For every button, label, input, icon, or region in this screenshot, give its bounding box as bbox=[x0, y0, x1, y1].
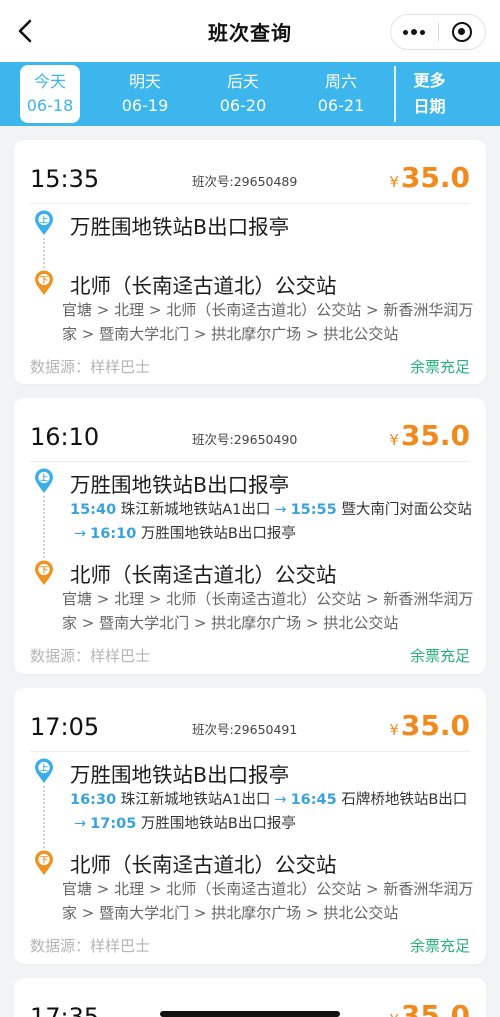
boarding-stop: 万胜围地铁站B出口报亭 bbox=[70, 473, 290, 497]
more-dates-button[interactable]: 更多 日期 bbox=[396, 65, 464, 123]
alighting-pin-icon: 下 bbox=[35, 270, 53, 295]
date-tab-label: 后天 bbox=[226, 72, 259, 91]
trip-number: 班次号:29650491 bbox=[192, 722, 298, 737]
boarding-pin-icon: 上 bbox=[35, 468, 53, 493]
alighting-stop: 北师（长南迳古道北）公交站 bbox=[70, 563, 337, 587]
ticket-status: 余票充足 bbox=[409, 647, 470, 665]
navigation-bar: 班次查询 bbox=[0, 0, 500, 62]
trip-card[interactable]: 16:10 班次号:29650490 ¥35.0 上 万胜围地铁站B出口报亭 1… bbox=[14, 398, 486, 674]
arrow-right-icon: → bbox=[274, 792, 287, 808]
transfer-info: 15:40 珠江新城地铁站A1出口 → 15:55 暨大南门对面公交站→ 16:10 … bbox=[70, 498, 480, 546]
transfer-stop: 石牌桥地铁站B出口 bbox=[341, 792, 468, 808]
transfer-info: 16:30 珠江新城地铁站A1出口 → 16:45 石牌桥地铁站B出口→ 17:05 … bbox=[70, 788, 480, 836]
date-tab-label: 明天 bbox=[128, 72, 161, 91]
data-source: 数据源：样样巴士 bbox=[30, 937, 151, 955]
header-divider bbox=[30, 203, 470, 204]
date-tab-date: 06-19 bbox=[121, 96, 169, 115]
transfer-time: 15:55 bbox=[290, 502, 337, 518]
departure-time: 15:35 bbox=[30, 165, 100, 193]
alighting-pin-label: 下 bbox=[40, 276, 48, 285]
currency-symbol: ¥ bbox=[389, 1011, 399, 1017]
boarding-pin-icon: 上 bbox=[35, 210, 53, 235]
alighting-stop: 北师（长南迳古道北）公交站 bbox=[70, 274, 337, 298]
route-connector bbox=[43, 786, 45, 848]
date-tab-date: 06-21 bbox=[317, 96, 365, 115]
price-value: 35.0 bbox=[400, 709, 470, 742]
transfer-stop: 珠江新城地铁站A1出口 bbox=[120, 502, 271, 518]
page-title: 班次查询 bbox=[208, 20, 292, 45]
trip-header: 17:05 班次号:29650491 ¥35.0 bbox=[30, 709, 470, 744]
departure-time: 16:10 bbox=[30, 423, 100, 451]
trip-header: 16:10 班次号:29650490 ¥35.0 bbox=[30, 419, 470, 454]
price-value: 35.0 bbox=[400, 161, 470, 194]
currency-symbol: ¥ bbox=[389, 721, 399, 739]
date-tab-label: 今天 bbox=[33, 72, 66, 91]
boarding-stop: 万胜围地铁站B出口报亭 bbox=[70, 215, 290, 239]
route-connector bbox=[43, 238, 45, 268]
date-tab-date: 06-18 bbox=[26, 96, 74, 115]
route-stops: 官塘 > 北理 > 北师（长南迳古道北）公交站 > 新香洲华润万家 > 暨南大学… bbox=[62, 301, 474, 343]
transfer-time: 15:40 bbox=[70, 502, 117, 518]
arrow-right-icon: → bbox=[74, 526, 87, 542]
trip-price: ¥35.0 bbox=[389, 998, 470, 1017]
trip-card[interactable]: 17:05 班次号:29650491 ¥35.0 上 万胜围地铁站B出口报亭 1… bbox=[14, 688, 486, 964]
alighting-pin-icon: 下 bbox=[35, 850, 53, 875]
trip-price: ¥35.0 bbox=[389, 708, 470, 748]
target-close-icon[interactable] bbox=[439, 15, 486, 49]
trip-number: 班次号:29650490 bbox=[192, 432, 298, 447]
more-dots-icon[interactable] bbox=[391, 15, 438, 49]
price-value: 35.0 bbox=[400, 419, 470, 452]
data-source: 数据源：样样巴士 bbox=[30, 358, 151, 376]
boarding-pin-label: 上 bbox=[40, 473, 48, 483]
ticket-status: 余票充足 bbox=[409, 358, 470, 376]
trip-card[interactable]: 15:35 班次号:29650489 ¥35.0 上 万胜围地铁站B出口报亭 下… bbox=[14, 140, 486, 384]
date-tab-label: 周六 bbox=[324, 72, 357, 91]
date-tab-date: 06-20 bbox=[219, 96, 267, 115]
transfer-stop: 暨大南门对面公交站 bbox=[341, 502, 472, 518]
trip-price: ¥35.0 bbox=[389, 160, 470, 200]
header-divider bbox=[30, 461, 470, 462]
alighting-stop: 北师（长南迳古道北）公交站 bbox=[70, 853, 337, 877]
transfer-time: 16:30 bbox=[70, 792, 117, 808]
trip-header: 15:35 班次号:29650489 ¥35.0 bbox=[30, 161, 470, 196]
header-divider bbox=[30, 751, 470, 752]
more-dates-line2: 日期 bbox=[413, 97, 446, 116]
route-stops: 官塘 > 北理 > 北师（长南迳古道北）公交站 > 新香洲华润万家 > 暨南大学… bbox=[62, 590, 474, 632]
date-tab-today[interactable]: 今天 06-18 bbox=[20, 65, 80, 123]
transfer-time: 17:05 bbox=[90, 816, 137, 832]
trip-price: ¥35.0 bbox=[389, 418, 470, 458]
transfer-time: 16:45 bbox=[290, 792, 337, 808]
ticket-status: 余票充足 bbox=[409, 937, 470, 955]
currency-symbol: ¥ bbox=[389, 173, 399, 191]
alighting-pin-label: 下 bbox=[40, 566, 48, 575]
departure-time: 17:35 bbox=[30, 1003, 100, 1017]
price-value: 35.0 bbox=[400, 999, 470, 1017]
transfer-stop: 珠江新城地铁站A1出口 bbox=[120, 792, 271, 808]
boarding-pin-icon: 上 bbox=[35, 758, 53, 783]
currency-symbol: ¥ bbox=[389, 431, 399, 449]
departure-time: 17:05 bbox=[30, 713, 100, 741]
mini-program-capsule bbox=[390, 14, 486, 50]
transfer-time: 16:10 bbox=[90, 526, 137, 542]
boarding-pin-label: 上 bbox=[40, 215, 48, 225]
date-tab-day-after[interactable]: 后天 06-20 bbox=[194, 65, 292, 123]
arrow-right-icon: → bbox=[74, 816, 87, 832]
date-tab-saturday[interactable]: 周六 06-21 bbox=[292, 65, 390, 123]
alighting-pin-icon: 下 bbox=[35, 560, 53, 585]
route-stops: 官塘 > 北理 > 北师（长南迳古道北）公交站 > 新香洲华润万家 > 暨南大学… bbox=[62, 880, 474, 922]
arrow-right-icon: → bbox=[274, 502, 287, 518]
transfer-stop: 万胜围地铁站B出口报亭 bbox=[140, 816, 296, 832]
boarding-pin-label: 上 bbox=[40, 763, 48, 773]
data-source: 数据源：样样巴士 bbox=[30, 647, 151, 665]
trip-number: 班次号:29650489 bbox=[192, 174, 298, 189]
more-dates-line1: 更多 bbox=[413, 71, 446, 90]
chevron-left-icon[interactable] bbox=[14, 18, 40, 44]
route-connector bbox=[43, 496, 45, 558]
alighting-pin-label: 下 bbox=[40, 856, 48, 865]
transfer-stop: 万胜围地铁站B出口报亭 bbox=[140, 526, 296, 542]
date-selector: 今天 06-18 明天 06-19 后天 06-20 周六 06-21 更多 日… bbox=[0, 62, 500, 126]
date-tab-tomorrow[interactable]: 明天 06-19 bbox=[96, 65, 194, 123]
home-indicator[interactable] bbox=[160, 1011, 340, 1017]
boarding-stop: 万胜围地铁站B出口报亭 bbox=[70, 763, 290, 787]
